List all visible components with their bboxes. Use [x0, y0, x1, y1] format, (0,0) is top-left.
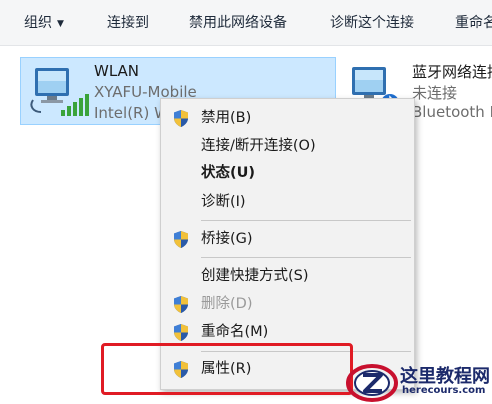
uac-shield-icon [174, 296, 188, 313]
menu-item-diagnose[interactable]: 诊断(I) [161, 189, 414, 215]
watermark-url: herecours.com [402, 385, 486, 396]
menu-item-label: 桥接(G) [201, 231, 253, 247]
command-bar: 组织 ▼ 连接到 禁用此网络设备 诊断这个连接 重命名 [0, 0, 492, 46]
highlight-box [101, 343, 353, 395]
menu-item-bridge[interactable]: 桥接(G) [161, 226, 414, 252]
adapter-device: Bluetooth D [412, 103, 492, 121]
uac-shield-icon [174, 324, 188, 341]
menu-item-label: 重命名(M) [201, 324, 269, 340]
adapter-name: WLAN [94, 62, 140, 80]
menu-separator [201, 257, 411, 258]
adapter-network: 未连接 [412, 84, 458, 102]
menu-item-create-shortcut[interactable]: 创建快捷方式(S) [161, 263, 414, 289]
menu-item-label: 连接/断开连接(O) [201, 138, 316, 154]
watermark: 这里教程网 herecours.com [342, 360, 492, 404]
menu-item-label: 禁用(B) [201, 110, 252, 126]
adapter-name: 蓝牙网络连接 [412, 63, 492, 81]
menu-item-label: 状态(U) [201, 165, 256, 181]
diagnose-connection-button[interactable]: 诊断这个连接 [330, 0, 414, 46]
network-adapter-icon [30, 68, 89, 116]
organize-label: 组织 [24, 15, 52, 31]
menu-item-label: 创建快捷方式(S) [201, 268, 309, 284]
organize-menu-button[interactable]: 组织 ▼ [24, 0, 64, 46]
menu-item-connect-disconnect[interactable]: 连接/断开连接(O) [161, 133, 414, 159]
disable-device-button[interactable]: 禁用此网络设备 [189, 0, 287, 46]
menu-separator [201, 220, 411, 221]
rename-button[interactable]: 重命名 [455, 0, 492, 46]
menu-item-label: 删除(D) [201, 296, 253, 312]
dropdown-arrow-icon: ▼ [57, 19, 64, 29]
menu-item-status[interactable]: 状态(U) [161, 160, 414, 186]
connect-to-button[interactable]: 连接到 [107, 0, 149, 46]
menu-item-rename[interactable]: 重命名(M) [161, 319, 414, 345]
adapter-device: Intel(R) W [94, 104, 169, 122]
menu-item-label: 诊断(I) [201, 194, 246, 210]
uac-shield-icon [174, 110, 188, 127]
uac-shield-icon [174, 231, 188, 248]
menu-item-disable[interactable]: 禁用(B) [161, 105, 414, 131]
menu-item-delete: 删除(D) [161, 291, 414, 317]
watermark-logo-icon [346, 364, 398, 402]
